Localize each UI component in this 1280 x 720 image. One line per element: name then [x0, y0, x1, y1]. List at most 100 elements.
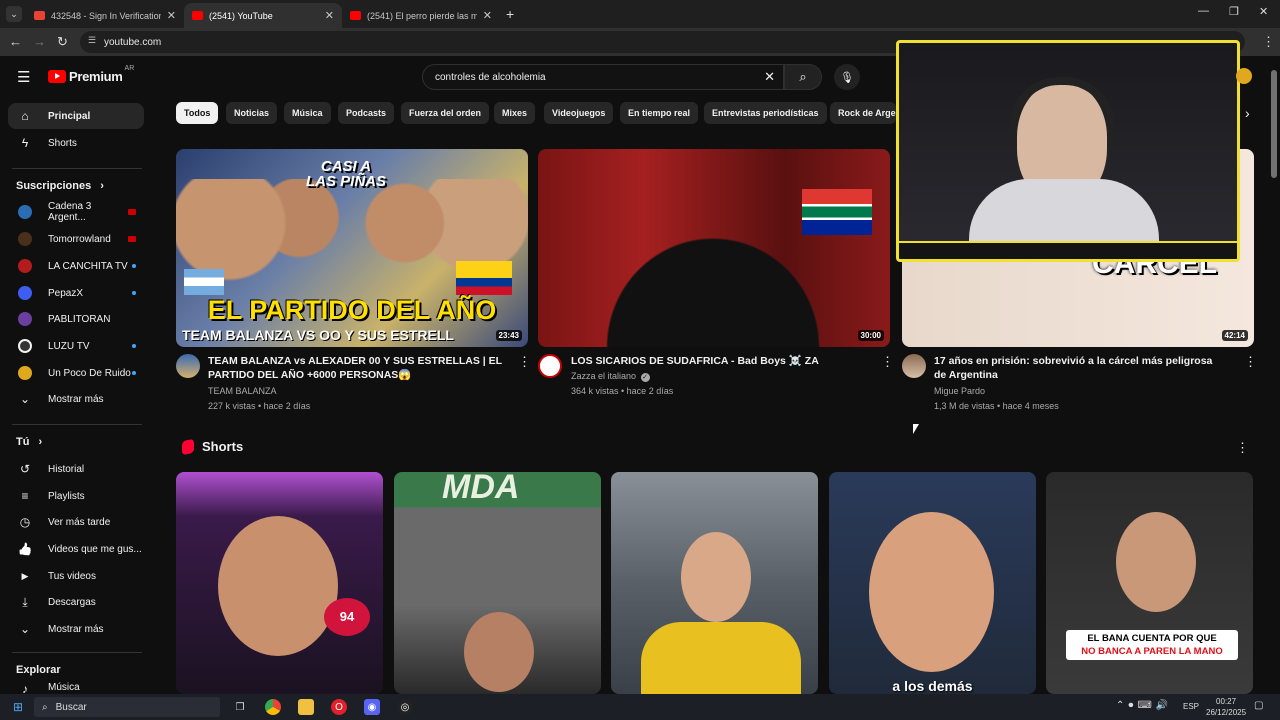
restore-icon[interactable]: ❐ [1229, 5, 1239, 18]
close-window-icon[interactable]: ✕ [1259, 5, 1268, 18]
clock[interactable]: 00:27 26/12/2025 [1206, 696, 1246, 718]
video-thumbnail-2[interactable]: 30:00 [538, 149, 890, 347]
chevron-right-icon[interactable]: › [1245, 105, 1250, 121]
reload-icon[interactable]: ↻ [57, 34, 68, 50]
browser-menu-icon[interactable]: ⋮ [1262, 34, 1275, 50]
sidebar-item-liked-videos[interactable]: 👍 Videos que me gus... [8, 536, 144, 562]
chip-todos[interactable]: Todos [176, 102, 219, 124]
back-icon[interactable]: ← [9, 34, 22, 49]
search-icon: ⌕ [42, 701, 48, 713]
video-thumbnail-1[interactable]: CASI A LAS PIÑAS EL PARTIDO DEL AÑO TEAM… [176, 149, 528, 347]
sidebar-sub-pablitoran[interactable]: PABLITORAN [8, 306, 144, 332]
short-thumbnail-2[interactable]: MDA [394, 472, 601, 694]
sidebar-item-tus-videos[interactable]: ▶ Tus videos [8, 563, 144, 589]
sidebar-item-historial[interactable]: ↺ Historial [8, 456, 144, 482]
page-scrollbar[interactable] [1271, 70, 1277, 178]
mouse-cursor [913, 424, 919, 434]
chip-en-tiempo-real[interactable]: En tiempo real [620, 102, 699, 124]
more-options-icon[interactable]: ⋮ [881, 354, 894, 370]
chip-mixes[interactable]: Mixes [494, 102, 536, 124]
channel-name[interactable]: Migue Pardo [934, 384, 985, 398]
sidebar-sub-tomorrowland[interactable]: Tomorrowland [8, 226, 144, 252]
browser-tab-youtube-2[interactable]: (2541) El perro pierde las mañan ✕ [342, 3, 500, 28]
watch-later-icon: ◷ [19, 515, 31, 529]
more-options-icon[interactable]: ⋮ [518, 354, 531, 370]
sidebar-item-shorts[interactable]: ϟ Shorts [8, 130, 144, 156]
more-options-icon[interactable]: ⋮ [1236, 440, 1249, 456]
sidebar-sub-cadena3[interactable]: Cadena 3 Argent... [8, 199, 144, 225]
avatar[interactable] [1236, 68, 1252, 84]
windows-start-icon[interactable]: ⊞ [10, 699, 26, 715]
sidebar-item-musica[interactable]: ♪ Música [8, 682, 144, 694]
video-title[interactable]: LOS SICARIOS DE SUDAFRICA - Bad Boys ☠️ … [571, 354, 869, 368]
close-tab-icon[interactable]: ✕ [483, 9, 492, 22]
channel-avatar[interactable] [902, 354, 926, 378]
new-tab-button[interactable]: + [506, 6, 514, 22]
chip-fuerza-del-orden[interactable]: Fuerza del orden [401, 102, 490, 124]
opera-icon[interactable]: O [331, 699, 347, 715]
duration-badge: 42:14 [1221, 330, 1248, 341]
search-input[interactable]: controles de alcoholemia [435, 72, 546, 83]
voice-search-button[interactable]: 🎙 [834, 64, 860, 90]
tray-icons[interactable]: ⌃⏺⌨🔊 [1116, 700, 1172, 711]
divider [12, 168, 142, 169]
video-title[interactable]: TEAM BALANZA vs ALEXADER 00 Y SUS ESTREL… [208, 354, 506, 382]
more-options-icon[interactable]: ⋮ [1244, 354, 1257, 370]
obs-icon[interactable]: ◎ [397, 699, 413, 715]
site-info-icon[interactable]: ☰ [88, 35, 96, 46]
new-content-dot [132, 291, 136, 295]
sidebar-show-more-2[interactable]: ⌄ Mostrar más [8, 616, 144, 642]
taskbar-search[interactable]: ⌕ Buscar [34, 697, 220, 717]
discord-icon[interactable]: ◉ [364, 699, 380, 715]
chip-noticias[interactable]: Noticias [226, 102, 278, 124]
forward-icon[interactable]: → [33, 34, 46, 49]
sidebar-sub-pepazx[interactable]: PepazX [8, 280, 144, 306]
short-thumbnail-1[interactable]: 94 [176, 472, 383, 694]
search-button[interactable]: ⌕ [784, 64, 822, 90]
browser-tab-gmail[interactable]: 432548 - Sign In Verification Co ✕ [26, 3, 184, 28]
hamburger-menu-icon[interactable]: ☰ [17, 68, 30, 86]
task-view-icon[interactable]: ❒ [232, 699, 248, 715]
chip-podcasts[interactable]: Podcasts [338, 102, 395, 124]
short-face [681, 532, 751, 622]
close-tab-icon[interactable]: ✕ [325, 9, 334, 22]
language-indicator[interactable]: ESP [1183, 702, 1199, 711]
chip-entrevistas[interactable]: Entrevistas periodísticas [704, 102, 827, 124]
search-box[interactable]: controles de alcoholemia ✕ [422, 64, 784, 90]
chip-rock-de-argentina[interactable]: Rock de Arge [830, 102, 896, 124]
close-tab-icon[interactable]: ✕ [167, 9, 176, 22]
channel-avatar[interactable] [176, 354, 200, 378]
youtube-play-icon [48, 70, 66, 83]
sidebar-sub-unpocoderuido[interactable]: Un Poco De Ruido [8, 360, 144, 386]
chip-videojuegos[interactable]: Videojuegos [544, 102, 614, 124]
browser-tab-youtube[interactable]: (2541) YouTube ✕ [184, 3, 342, 28]
channel-name[interactable]: Zazza el italiano ✓ [571, 369, 650, 383]
minimize-icon[interactable]: — [1198, 5, 1209, 17]
short-thumbnail-5[interactable]: EL BANA CUENTA POR QUE NO BANCA A PAREN … [1046, 472, 1253, 694]
notifications-icon[interactable]: ▢ [1254, 700, 1263, 711]
file-explorer-icon[interactable] [298, 699, 314, 715]
chrome-icon[interactable] [265, 699, 281, 715]
you-header[interactable]: Tú › [16, 436, 42, 448]
music-icon: ♪ [22, 682, 28, 694]
subscriptions-header[interactable]: Suscripciones › [16, 180, 104, 192]
video-title[interactable]: 17 años en prisión: sobrevivió a la cárc… [934, 354, 1224, 382]
short-thumbnail-4[interactable]: a los demás [829, 472, 1036, 694]
avatar [18, 286, 32, 300]
sidebar-item-playlists[interactable]: ≡ Playlists [8, 483, 144, 509]
chip-musica[interactable]: Música [284, 102, 331, 124]
sidebar-sub-luzutv[interactable]: LUZU TV [8, 333, 144, 359]
tab-list-button[interactable]: ⌄ [6, 6, 22, 22]
youtube-logo[interactable]: Premium AR [48, 65, 134, 84]
sidebar-item-principal[interactable]: ⌂ Principal [8, 103, 144, 129]
sidebar-sub-lacanchita[interactable]: LA CANCHITA TV [8, 253, 144, 279]
sidebar-item-descargas[interactable]: ⤓ Descargas [8, 589, 144, 615]
your-videos-icon: ▶ [21, 570, 29, 581]
chevron-right-icon: › [38, 436, 43, 448]
channel-avatar[interactable] [538, 354, 562, 378]
clear-search-icon[interactable]: ✕ [764, 69, 775, 85]
channel-name[interactable]: TEAM BALANZA [208, 384, 277, 398]
sidebar-item-ver-mas-tarde[interactable]: ◷ Ver más tarde [8, 509, 144, 535]
short-thumbnail-3[interactable] [611, 472, 818, 694]
sidebar-show-more[interactable]: ⌄ Mostrar más [8, 386, 144, 412]
